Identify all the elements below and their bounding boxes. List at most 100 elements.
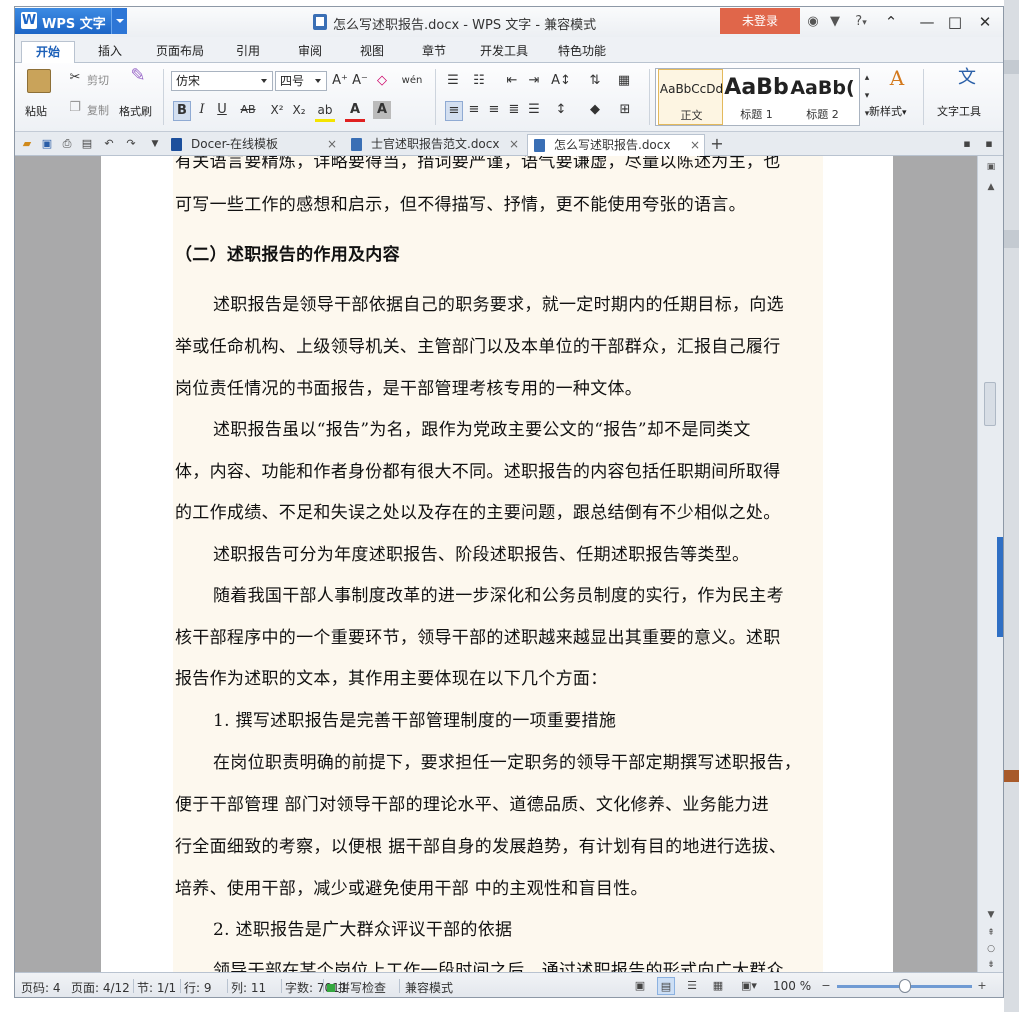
status-separator <box>323 979 324 993</box>
select-browse-object-icon[interactable]: ○ <box>983 942 999 956</box>
docer-icon <box>171 138 182 151</box>
align-left-icon[interactable]: ≡ <box>445 101 463 121</box>
line-spacing-icon[interactable]: ↕ <box>551 101 571 119</box>
style-heading-1[interactable]: AaBb 标题 1 <box>724 69 789 125</box>
subscript-button[interactable]: X₂ <box>289 101 309 119</box>
align-right-icon[interactable]: ≡ <box>485 101 503 119</box>
open-folder-icon[interactable]: ▰ <box>19 136 35 152</box>
document-icon <box>351 138 362 151</box>
style-normal[interactable]: AaBbCcDd 正文 <box>658 69 723 125</box>
clear-format-icon[interactable]: ◇ <box>373 72 391 90</box>
redo-icon[interactable]: ↷ <box>123 136 139 152</box>
print-icon[interactable]: ⎙ <box>59 136 75 152</box>
tab-special-features[interactable]: 特色功能 <box>547 41 617 63</box>
format-painter-label: 格式刷 <box>119 105 152 118</box>
document-line: 岗位责任情况的书面报告，是干部管理考核专用的一种文体。 <box>175 379 643 399</box>
zoom-slider-knob[interactable] <box>899 979 911 993</box>
tab-chapter[interactable]: 章节 <box>409 41 459 63</box>
close-tab-icon[interactable]: × <box>327 134 337 154</box>
zoom-slider[interactable] <box>837 979 972 993</box>
reading-mode-icon[interactable]: ▣▾ <box>735 977 763 995</box>
font-color-button[interactable]: A <box>345 101 365 122</box>
next-page-icon[interactable]: ⇟ <box>983 958 999 972</box>
tab-references[interactable]: 引用 <box>223 41 273 63</box>
status-bar: 页码: 4 页面: 4/12 节: 1/1 行: 9 列: 11 字数: 701… <box>15 972 1003 997</box>
document-page[interactable]: 有关语言要精炼，详略要得当，措词要严谨，语气要谦虚，尽量以陈述为主，也 可写一些… <box>101 156 893 972</box>
underline-button[interactable]: U <box>213 101 231 119</box>
page-view-icon[interactable]: ▤ <box>657 977 675 995</box>
style-heading-2[interactable]: AaBb( 标题 2 <box>790 69 855 125</box>
phonetic-guide-icon[interactable]: wén <box>399 72 425 90</box>
document-canvas[interactable]: 有关语言要精炼，详略要得当，措词要严谨，语气要谦虚，尽量以陈述为主，也 可写一些… <box>15 156 977 972</box>
zoom-in-icon[interactable]: + <box>973 977 991 995</box>
side-panel-toggle[interactable] <box>997 537 1003 637</box>
font-name-select[interactable]: 仿宋 <box>171 71 273 91</box>
prev-page-icon[interactable]: ⇞ <box>983 926 999 940</box>
app-menu-button[interactable]: W WPS 文字 <box>15 8 127 34</box>
tab-menu-icon[interactable]: ▪ <box>981 136 997 152</box>
align-center-icon[interactable]: ≡ <box>465 101 483 119</box>
print-preview-icon[interactable]: ▤ <box>79 136 95 152</box>
sort-icon[interactable]: ⇅ <box>585 72 605 90</box>
scroll-down-icon[interactable]: ▼ <box>983 908 999 922</box>
numbering-icon[interactable]: ☷ <box>469 72 489 90</box>
char-shading-button[interactable]: A <box>373 101 391 119</box>
distribute-icon[interactable]: ☰ <box>525 101 543 119</box>
web-view-icon[interactable]: ▦ <box>709 977 727 995</box>
borders-icon[interactable]: ⊞ <box>615 101 635 119</box>
undo-icon[interactable]: ↶ <box>101 136 117 152</box>
gallery-scroll-up-icon[interactable]: ▴ <box>861 69 873 87</box>
document-line: 报告作为述职的文本，其作用主要体现在以下几个方面： <box>175 669 608 689</box>
spell-check-toggle[interactable]: 拼写检查 <box>327 979 386 996</box>
scrollbar-thumb[interactable] <box>984 382 996 426</box>
doc-tab-docer[interactable]: Docer-在线模板 × <box>165 134 341 156</box>
ribbon-home: 粘贴 ✂ 剪切 ❐ 复制 ✎ 格式刷 仿宋 四号 A⁺ A⁻ ◇ wén B I… <box>15 63 1003 132</box>
zoom-out-icon[interactable]: − <box>817 977 835 995</box>
skin-icon[interactable]: ◉ <box>805 14 821 30</box>
tab-view[interactable]: 视图 <box>347 41 397 63</box>
doc-tab-sergeant-report[interactable]: 士官述职报告范文.docx × <box>345 134 523 156</box>
scroll-up-icon[interactable]: ▲ <box>983 180 999 194</box>
minimize-icon[interactable]: — <box>915 11 939 33</box>
justify-icon[interactable]: ≣ <box>505 101 523 119</box>
shrink-font-icon[interactable]: A⁻ <box>351 72 369 90</box>
close-tab-icon[interactable]: × <box>690 135 700 155</box>
split-view-icon[interactable]: ▣ <box>983 160 999 174</box>
zoom-level[interactable]: 100 % <box>773 979 811 993</box>
collapse-ribbon-icon[interactable]: ⌃ <box>879 11 903 33</box>
tab-list-icon[interactable]: ▪ <box>959 136 975 152</box>
italic-button[interactable]: I <box>193 101 211 119</box>
full-screen-icon[interactable]: ▣ <box>631 977 649 995</box>
increase-indent-icon[interactable]: ⇥ <box>525 72 543 90</box>
strikethrough-button[interactable]: AB <box>237 101 259 119</box>
bold-button[interactable]: B <box>173 101 191 121</box>
decrease-indent-icon[interactable]: ⇤ <box>503 72 521 90</box>
font-size-select[interactable]: 四号 <box>275 71 327 91</box>
highlight-button[interactable]: ab <box>315 101 335 122</box>
doc-tab-how-to-write-report[interactable]: 怎么写述职报告.docx × <box>527 134 705 156</box>
tab-review[interactable]: 审阅 <box>285 41 335 63</box>
tab-developer[interactable]: 开发工具 <box>469 41 539 63</box>
quick-access-dropdown-icon[interactable]: ▼ <box>147 136 163 152</box>
outline-view-icon[interactable]: ☰ <box>683 977 701 995</box>
copy-label: 复制 <box>87 104 109 117</box>
bullets-icon[interactable]: ☰ <box>443 72 463 90</box>
close-icon[interactable]: ✕ <box>973 11 997 33</box>
maximize-icon[interactable]: □ <box>943 11 967 33</box>
status-pages[interactable]: 页面: 4/12 <box>71 979 130 996</box>
login-button[interactable]: 未登录 <box>720 8 800 34</box>
shading-icon[interactable]: ◆ <box>585 101 605 119</box>
close-tab-icon[interactable]: × <box>509 134 519 154</box>
superscript-button[interactable]: X² <box>267 101 287 119</box>
change-case-icon[interactable]: A↕ <box>551 72 571 90</box>
help-icon[interactable]: ?▾ <box>849 14 873 30</box>
save-icon[interactable]: ▣ <box>39 136 55 152</box>
tab-page-layout[interactable]: 页面布局 <box>147 41 213 63</box>
shirt-icon[interactable]: ▼ <box>827 14 843 30</box>
new-tab-icon[interactable]: + <box>709 136 725 152</box>
grow-font-icon[interactable]: A⁺ <box>331 72 349 90</box>
tab-insert[interactable]: 插入 <box>85 41 135 63</box>
tab-home[interactable]: 开始 <box>21 41 75 64</box>
app-menu-dropdown-icon[interactable] <box>111 8 127 34</box>
table-borders-icon[interactable]: ▦ <box>615 72 633 90</box>
